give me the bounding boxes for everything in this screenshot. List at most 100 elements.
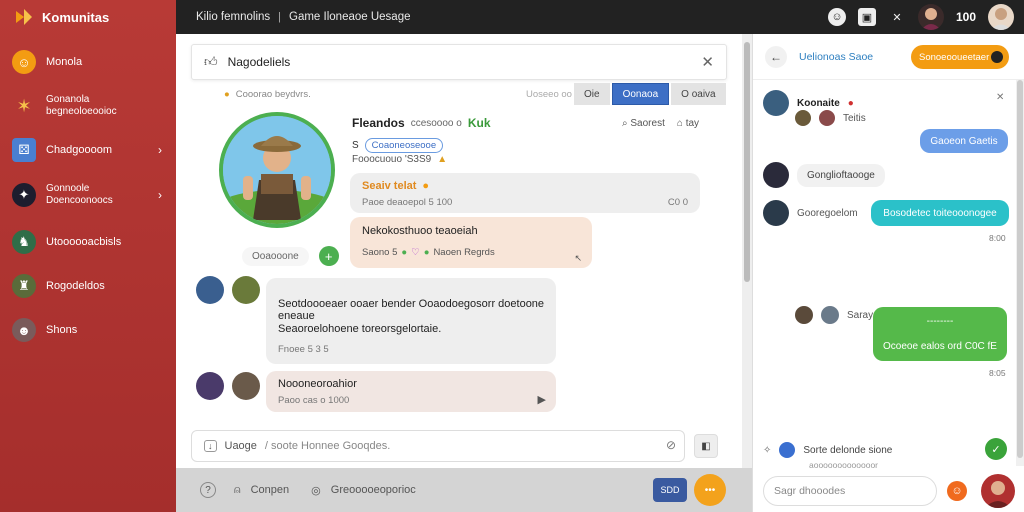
post-meta-right: Naoen Regrds <box>433 247 495 258</box>
emoji-icon[interactable]: ☺ <box>947 481 967 501</box>
download-icon: ↓ <box>204 440 217 452</box>
avatar[interactable] <box>795 110 811 126</box>
party-icon: ✶ <box>16 95 32 116</box>
emoji-icon[interactable]: ☺ <box>827 8 846 26</box>
chat-footer-line: ✧ Sorte delonde sione <box>763 442 892 458</box>
thumbs-up-icon: 👍︎ <box>204 54 218 69</box>
chevron-right-icon: › <box>158 143 162 157</box>
post-bubble-2[interactable]: Nekokosthuoo teaoeiah Saono 5 ● ♡ ● Naoe… <box>350 217 592 268</box>
sidebar-item-4[interactable]: ✦ Gonnoole Doencoonoocs › <box>0 180 176 210</box>
segment-1[interactable]: Oie <box>574 83 610 105</box>
sidebar-item-3[interactable]: ⚄ Chadgoooom › <box>0 136 176 164</box>
gamepad-icon: ✦ <box>12 183 36 207</box>
avatar-face-icon <box>985 481 1011 508</box>
avatar[interactable] <box>819 110 835 126</box>
brand-logo-icon <box>16 9 32 25</box>
tab-1[interactable]: Kilio femnolins <box>196 11 270 23</box>
sidebar-item-5[interactable]: ♞ Utoooooacbisls <box>0 228 176 256</box>
sender-name: Koonaite <box>797 97 840 109</box>
primary-button[interactable]: SDD <box>653 478 687 502</box>
chat-scrollbar[interactable] <box>1016 80 1024 466</box>
sidebar-item-7[interactable]: ☻ Shons <box>0 316 176 344</box>
chat-bubble-2[interactable]: Gonglioftaooge <box>797 163 885 187</box>
profile-header: Fleandos ccesoooo o Kuk <box>352 116 491 130</box>
sidebar-item-6[interactable]: ♜ Rogodeldos <box>0 272 176 300</box>
avatar[interactable] <box>821 306 839 324</box>
avatar[interactable] <box>795 306 813 324</box>
search-title: Nagodeliels <box>227 55 291 69</box>
avatar[interactable] <box>763 200 789 226</box>
profile-actions: ⌕ Saorest ⌂ tay <box>622 118 699 129</box>
tag-label: tay <box>685 118 700 129</box>
sidebar-item-label: Shons <box>46 324 78 336</box>
message-time: 8:05 <box>989 368 1006 378</box>
shield-icon[interactable]: ✓ <box>985 438 1007 460</box>
search-card[interactable]: 👍︎ Nagodeliels ✕ <box>191 44 727 80</box>
dice-icon: ⚄ <box>12 138 36 162</box>
avatar[interactable] <box>232 372 260 400</box>
back-arrow-icon[interactable]: ← <box>765 45 787 68</box>
close-icon[interactable]: ✕ <box>996 92 1004 103</box>
profile-avatar[interactable] <box>988 4 1014 30</box>
avatar[interactable] <box>763 162 789 188</box>
scrollbar-thumb[interactable] <box>744 42 750 282</box>
add-icon[interactable]: + <box>318 246 339 266</box>
profile-tag[interactable]: Coaoneoseooe <box>364 138 444 153</box>
sidebar-item-label: Gonnoole Doencoonoocs <box>46 183 113 206</box>
character-icon: ♞ <box>12 230 36 254</box>
chat-bubble-4[interactable]: -------- Ocoeoe ealos ord C0C fE <box>873 307 1007 361</box>
chat-input[interactable]: Sagr dhooodes <box>763 476 937 506</box>
save-action[interactable]: ⌕ Saorest <box>622 118 665 129</box>
share-icon[interactable]: ✕ <box>888 8 906 26</box>
avatar[interactable] <box>232 276 260 304</box>
chat-icon[interactable]: ◎ <box>311 484 321 497</box>
main-scrollbar[interactable] <box>742 34 752 468</box>
help-icon[interactable]: ? <box>200 482 216 498</box>
sidebar-item-2[interactable]: ✶ Gonanola begneoloeooioc <box>0 90 176 122</box>
tag-row: S Coaoneoseooe <box>352 138 444 153</box>
chat-bubble-3[interactable]: Bosodetec toiteooonogee <box>871 200 1009 226</box>
status-icon: ● <box>847 97 854 109</box>
segment-2[interactable]: Oonaoa <box>611 83 670 105</box>
chat-cta-label: Sonoeooueetaer <box>919 51 990 63</box>
chat-input-placeholder: Sagr dhooodes <box>774 485 846 497</box>
post-text-1: Seotdoooeaer ooaer bender Ooaodoegosorr … <box>278 298 545 310</box>
image-upload-button[interactable]: ◧ <box>694 434 718 458</box>
chat-message-2: Gonglioftaooge <box>763 162 885 188</box>
tab-2[interactable]: Game Iloneaoe Uesage <box>289 11 410 23</box>
user-avatar[interactable] <box>981 474 1015 508</box>
brand-name: Komunitas <box>42 9 110 25</box>
chat-panel: ← Uelionoas Saoe Sonoeooueetaer Koonaite… <box>752 34 1024 512</box>
brand[interactable]: Komunitas <box>0 0 176 34</box>
tag-prefix: S <box>352 140 359 151</box>
tag-action[interactable]: ⌂ tay <box>677 118 699 129</box>
avatar[interactable] <box>196 276 224 304</box>
profile-picture[interactable] <box>219 112 335 228</box>
avatar[interactable] <box>763 90 789 116</box>
avatar[interactable] <box>196 372 224 400</box>
bottom-item-2[interactable]: Greooooeoporioc <box>331 484 416 496</box>
post-bubble-4[interactable]: Noooneoroahior Paoo cas o 1000 ▶ <box>266 371 556 412</box>
bottom-item-1[interactable]: Conpen <box>251 484 290 496</box>
sidebar-item-1[interactable]: ☺ Monola <box>0 48 176 76</box>
emoji-icon: ● <box>423 247 430 258</box>
user-avatar[interactable] <box>917 4 944 30</box>
notification-icon[interactable]: ▣ <box>857 8 876 26</box>
segment-3[interactable]: O oaiva <box>671 83 726 105</box>
follow-label[interactable]: Ooaooone <box>242 246 309 266</box>
post-bubble-3[interactable]: Seotdoooeaer ooaer bender Ooaodoegosorr … <box>266 278 556 364</box>
chat-cta-button[interactable]: Sonoeooueetaer <box>911 45 1009 69</box>
bot-avatar[interactable] <box>779 442 796 458</box>
chat-bubble-1[interactable]: Gaoeon Gaetis <box>920 129 1008 153</box>
mic-icon[interactable]: ⍝ <box>234 484 241 497</box>
scrollbar-thumb[interactable] <box>1017 80 1023 458</box>
attach-icon[interactable]: ⊘ <box>666 438 676 452</box>
more-button[interactable]: ••• <box>694 474 726 506</box>
composer-placeholder: / soote Honnee Gooqdes. <box>264 440 391 452</box>
profile-badge: Kuk <box>467 116 491 130</box>
composer-input[interactable]: ↓ Uaoge / soote Honnee Gooqdes. ⊘ <box>191 430 685 462</box>
post-text-2: eneaue <box>278 310 315 322</box>
emoji-face-icon: ☺ <box>12 50 36 74</box>
post-bubble-1[interactable]: Seaiv telat ● Paoe deaoepol 5 100 C0 0 <box>350 173 700 213</box>
close-icon[interactable]: ✕ <box>701 53 714 71</box>
